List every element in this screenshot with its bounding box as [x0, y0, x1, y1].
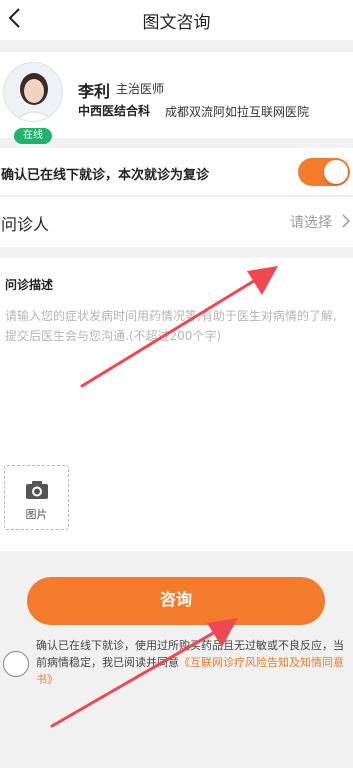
doctor-avatar-wrap: 在线: [3, 62, 63, 144]
add-photo-button[interactable]: 图片: [4, 465, 69, 530]
description-label: 问诊描述: [5, 278, 54, 292]
camera-icon: [26, 481, 48, 499]
patient-select-row[interactable]: 问诊人 请选择: [0, 197, 353, 247]
description-panel: 问诊描述 请输入您的症状发病时间用药情况等,有助于医生对病情的了解,提交后医生会…: [0, 258, 353, 551]
toggle-knob: [324, 160, 348, 184]
doctor-title: 主治医师: [116, 82, 165, 96]
doctor-name: 李利: [78, 82, 111, 101]
agreement-text: 确认已在线下就诊，使用过所购买药品且无过敏或不良反应，当前病情稳定，我已阅读并同…: [36, 637, 346, 688]
doctor-hospital: 成都双流阿如拉互联网医院: [165, 105, 310, 119]
patient-select-placeholder[interactable]: 请选择: [290, 212, 332, 232]
chevron-right-icon: [342, 214, 351, 228]
page-title: 图文咨询: [142, 13, 211, 33]
revisit-confirm-text: 确认已在线下就诊，本次就诊为复诊: [1, 168, 210, 183]
description-input[interactable]: 请输入您的症状发病时间用药情况等,有助于医生对病情的了解,提交后医生会与您沟通.…: [5, 306, 340, 346]
photo-label: 图片: [25, 508, 48, 521]
revisit-confirm-row: 确认已在线下就诊，本次就诊为复诊: [0, 148, 353, 196]
doctor-card[interactable]: 在线 李利 主治医师 中西医结合科 成都双流阿如拉互联网医院: [0, 52, 353, 144]
online-badge: 在线: [14, 128, 52, 144]
patient-label: 问诊人: [1, 215, 50, 234]
consult-button[interactable]: 咨询: [27, 577, 325, 625]
revisit-toggle[interactable]: [298, 158, 350, 186]
agreement-checkbox[interactable]: [3, 651, 29, 677]
doctor-department: 中西医结合科: [78, 104, 151, 118]
avatar: [3, 62, 63, 122]
top-bar: 图文咨询: [0, 0, 353, 40]
